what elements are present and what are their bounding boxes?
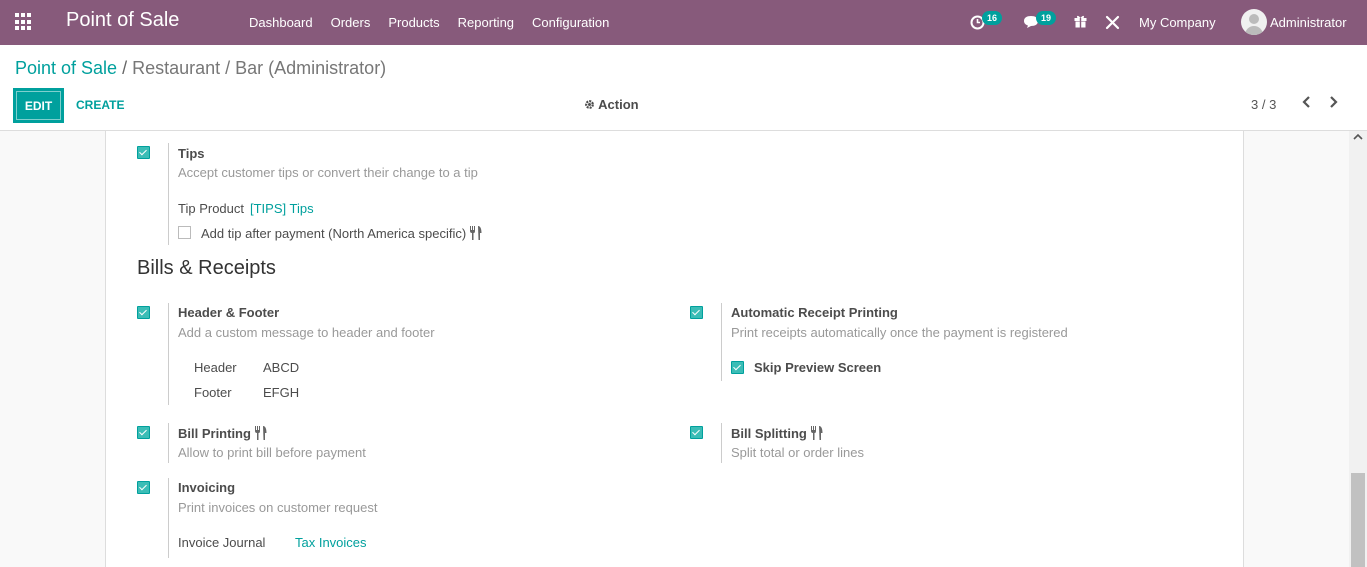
messages-count-badge: 19 xyxy=(1036,11,1057,25)
pager-next-button[interactable] xyxy=(1327,95,1341,111)
header-footer-label: Header & Footer xyxy=(178,305,280,320)
header-field-value: ABCD xyxy=(263,360,300,375)
auto-receipt-checkbox[interactable] xyxy=(690,306,703,319)
action-dropdown[interactable]: Action xyxy=(584,97,639,112)
vertical-scrollbar[interactable] xyxy=(1349,131,1367,567)
tips-label: Tips xyxy=(178,146,205,161)
tip-product-label: Tip Product xyxy=(178,201,244,216)
apps-grid-icon[interactable] xyxy=(15,13,33,31)
header-footer-checkbox[interactable] xyxy=(137,306,150,319)
chevron-left-icon xyxy=(1302,96,1310,108)
user-menu[interactable]: Administrator xyxy=(1270,0,1347,45)
tip-after-payment-text: Add tip after payment (North America spe… xyxy=(201,226,467,241)
breadcrumb-root[interactable]: Point of Sale xyxy=(15,58,117,78)
tip-product-link[interactable]: [TIPS] Tips xyxy=(250,201,314,216)
bills-receipts-heading: Bills & Receipts xyxy=(137,257,276,279)
bill-printing-checkbox[interactable] xyxy=(137,426,150,439)
company-switcher[interactable]: My Company xyxy=(1139,0,1216,45)
cutlery-icon xyxy=(254,426,267,440)
menu-products[interactable]: Products xyxy=(379,0,448,45)
activity-count-badge: 16 xyxy=(982,11,1003,25)
bill-splitting-checkbox[interactable] xyxy=(690,426,703,439)
chevron-right-icon xyxy=(1330,96,1338,108)
create-button[interactable]: CREATE xyxy=(76,98,124,112)
tips-checkbox[interactable] xyxy=(137,146,150,159)
header-footer-divider xyxy=(168,303,169,405)
bill-splitting-label: Bill Splitting xyxy=(731,425,824,441)
form-view: Tips Accept customer tips or convert the… xyxy=(0,131,1349,567)
tip-after-payment-label: Add tip after payment (North America spe… xyxy=(201,225,483,241)
top-navbar: Point of Sale Dashboard Orders Products … xyxy=(0,0,1367,45)
user-avatar[interactable] xyxy=(1241,9,1267,35)
auto-receipt-label: Automatic Receipt Printing xyxy=(731,305,898,320)
breadcrumb: Point of Sale / Restaurant / Bar (Administ… xyxy=(15,58,386,79)
tips-description: Accept customer tips or convert their ch… xyxy=(178,165,478,180)
bill-printing-text: Bill Printing xyxy=(178,426,251,441)
pager-value[interactable]: 3 / 3 xyxy=(1251,97,1276,112)
bill-printing-divider xyxy=(168,423,169,463)
skip-preview-checkbox[interactable] xyxy=(731,361,744,374)
invoice-journal-link[interactable]: Tax Invoices xyxy=(295,535,367,550)
bill-printing-label: Bill Printing xyxy=(178,425,268,441)
bill-splitting-divider xyxy=(721,423,722,463)
menu-dashboard[interactable]: Dashboard xyxy=(240,0,322,45)
invoicing-label: Invoicing xyxy=(178,480,236,495)
header-field-label: Header xyxy=(194,360,237,375)
main-menu: Dashboard Orders Products Reporting Conf… xyxy=(240,0,618,45)
tip-after-payment-checkbox[interactable] xyxy=(178,226,191,239)
messaging-menu[interactable]: 19 xyxy=(1022,0,1062,45)
auto-receipt-description: Print receipts automatically once the pa… xyxy=(731,325,1068,340)
bill-splitting-description: Split total or order lines xyxy=(731,445,864,460)
header-footer-description: Add a custom message to header and foote… xyxy=(178,325,435,340)
pager-previous-button[interactable] xyxy=(1299,95,1313,111)
gear-icon xyxy=(585,100,594,109)
activity-menu[interactable]: 16 xyxy=(968,0,1008,45)
scrollbar-thumb[interactable] xyxy=(1351,473,1365,567)
auto-receipt-divider xyxy=(721,303,722,381)
scroll-up-arrow-icon[interactable] xyxy=(1349,133,1367,144)
gift-icon xyxy=(1074,15,1087,28)
action-label: Action xyxy=(598,97,639,112)
bill-splitting-text: Bill Splitting xyxy=(731,426,807,441)
debug-tools-menu[interactable] xyxy=(1104,0,1122,45)
breadcrumb-current: Restaurant / Bar (Administrator) xyxy=(132,58,387,78)
tips-divider xyxy=(168,143,169,245)
invoicing-description: Print invoices on customer request xyxy=(178,500,378,515)
footer-field-value: EFGH xyxy=(263,385,300,400)
menu-configuration[interactable]: Configuration xyxy=(523,0,618,45)
footer-field-label: Footer xyxy=(194,385,232,400)
breadcrumb-separator: / xyxy=(122,58,128,78)
menu-reporting[interactable]: Reporting xyxy=(449,0,523,45)
bill-printing-description: Allow to print bill before payment xyxy=(178,445,366,460)
invoicing-divider xyxy=(168,478,169,558)
cutlery-icon xyxy=(810,426,823,440)
edit-button[interactable]: EDIT xyxy=(14,89,63,122)
invoicing-checkbox[interactable] xyxy=(137,481,150,494)
form-sheet: Tips Accept customer tips or convert the… xyxy=(105,131,1244,567)
tools-icon xyxy=(1105,15,1120,30)
cutlery-icon xyxy=(470,226,482,240)
invoice-journal-label: Invoice Journal xyxy=(178,535,266,550)
control-panel: Point of Sale / Restaurant / Bar (Administ… xyxy=(0,45,1367,131)
skip-preview-label: Skip Preview Screen xyxy=(754,360,882,375)
app-brand[interactable]: Point of Sale xyxy=(66,9,179,32)
menu-orders[interactable]: Orders xyxy=(322,0,380,45)
gift-menu[interactable] xyxy=(1072,0,1090,45)
